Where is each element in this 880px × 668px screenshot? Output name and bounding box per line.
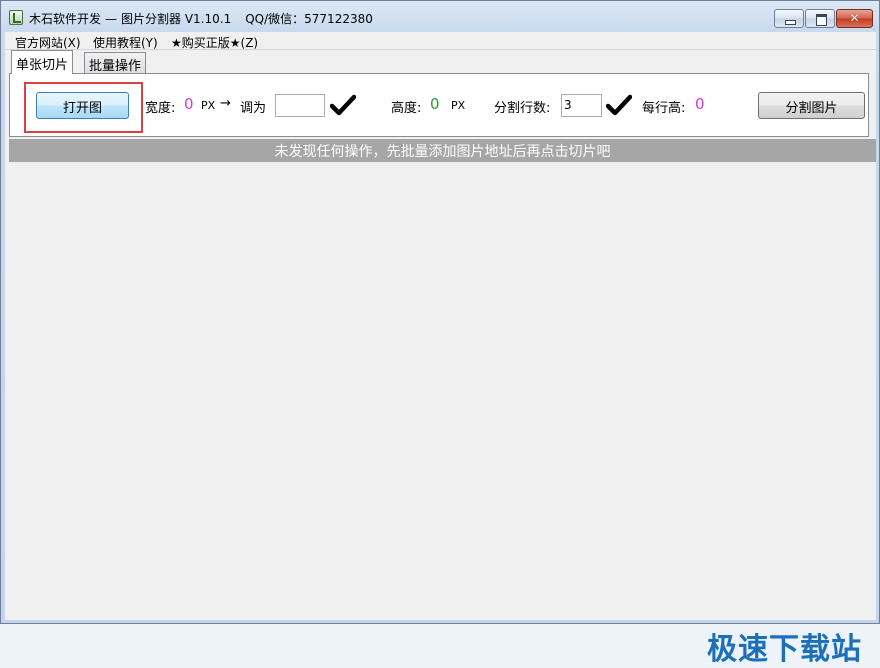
maximize-button[interactable] — [805, 9, 835, 28]
resize-label: 调为 — [240, 101, 267, 116]
split-image-button[interactable]: 分割图片 — [758, 92, 865, 119]
title-bar[interactable]: 木石软件开发 — 图片分割器 V1.10.1 QQ/微信：577122380 — [1, 1, 879, 32]
arrow-right-icon: → — [220, 96, 231, 111]
menu-buy[interactable]: ★购买正版★(Z) — [171, 34, 258, 51]
app-icon[interactable] — [9, 10, 23, 25]
height-value: 0 — [430, 95, 440, 113]
menu-official-site[interactable]: 官方网站(X) — [15, 34, 81, 51]
split-rows-label: 分割行数: — [494, 101, 551, 116]
row-height-label: 每行高: — [642, 101, 686, 116]
width-label: 宽度: — [145, 101, 176, 116]
height-unit: PX — [451, 99, 466, 112]
title-app-name: 木石软件开发 — [29, 12, 102, 26]
width-value: 0 — [184, 95, 194, 113]
split-rows-input[interactable]: 3 — [561, 94, 602, 117]
menu-tutorial[interactable]: 使用教程(Y) — [93, 34, 158, 51]
watermark-logo: 极速下载站 — [707, 632, 862, 667]
confirm-rows-check-icon[interactable] — [606, 94, 632, 116]
title-separator: — — [105, 12, 118, 26]
tab-batch-operation[interactable]: 批量操作 — [84, 52, 147, 74]
confirm-width-check-icon[interactable] — [330, 94, 356, 116]
status-message: 未发现任何操作，先批量添加图片地址后再点击切片吧 — [9, 139, 876, 162]
client-area: 单张切片 批量操作 打开图 宽度: 0 PX → 调为 高度: 0 PX 分割行… — [5, 50, 876, 667]
row-height-value: 0 — [695, 95, 705, 113]
window-title: 木石软件开发 — 图片分割器 V1.10.1 QQ/微信：577122380 — [29, 10, 373, 27]
title-product: 图片分割器 V1.10.1 — [121, 12, 232, 26]
single-slice-panel: 打开图 宽度: 0 PX → 调为 高度: 0 PX 分割行数: 3 每行高: … — [9, 73, 869, 137]
height-label: 高度: — [391, 101, 422, 116]
open-image-button[interactable]: 打开图 — [36, 92, 129, 119]
title-contact: QQ/微信：577122380 — [245, 12, 373, 26]
app-window: 木石软件开发—图片分割器 V1.10.1 QQ/微信：577122380 官方网站… — [0, 0, 880, 667]
tab-single-slice[interactable]: 单张切片 — [11, 50, 74, 74]
width-unit: PX — [201, 99, 216, 112]
close-button[interactable] — [836, 9, 873, 28]
minimize-button[interactable] — [774, 9, 804, 28]
resize-width-input[interactable] — [275, 94, 325, 117]
menu-bar: 官方网站(X) 使用教程(Y) ★购买正版★(Z) — [5, 32, 876, 50]
